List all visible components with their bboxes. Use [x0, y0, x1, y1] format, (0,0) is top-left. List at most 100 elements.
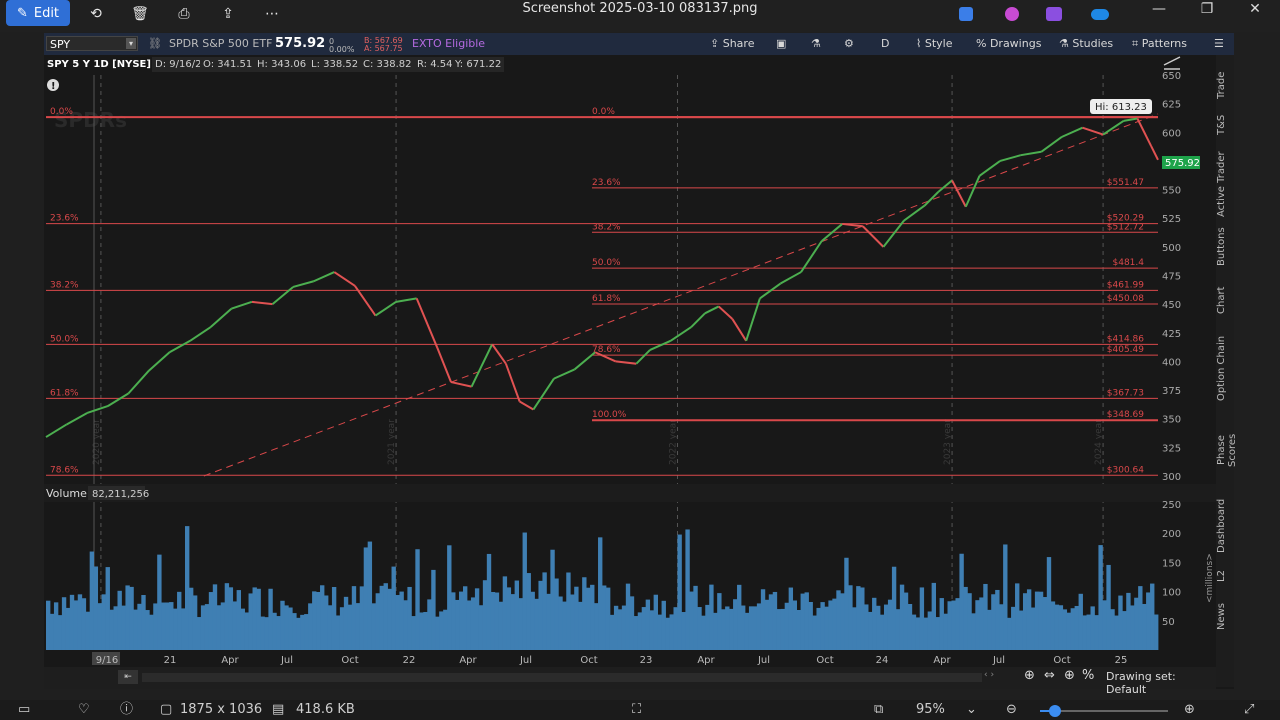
delete-icon[interactable]: 🗑 — [128, 0, 152, 28]
volume-bar — [1078, 593, 1083, 650]
volume-bar — [661, 600, 666, 650]
flask-icon[interactable]: ⚗ — [811, 36, 821, 52]
chart-scrollbar[interactable]: ⇤ ‹ › ⊕ ⇔ ⊕ % Drawing set: Default — [44, 667, 1216, 696]
info-icon[interactable]: ⓘ — [120, 702, 133, 718]
volume-bar — [514, 580, 519, 650]
volume-bar — [1086, 614, 1091, 650]
fit-icon[interactable]: ⛶ — [632, 702, 641, 718]
volume-bar — [887, 599, 893, 650]
volume-bar — [490, 592, 496, 650]
side-tab-dashboard[interactable]: Dashboard — [1216, 497, 1234, 555]
volume-bar — [772, 591, 778, 650]
chart-toolbar: SPY ▾ ⛓ SPDR S&P 500 ETF 575.92 0 0.00% … — [44, 33, 1234, 55]
volume-bar — [53, 602, 59, 650]
volume-bar — [320, 585, 325, 650]
drawings-button[interactable]: % Drawings — [976, 36, 1041, 52]
volume-bar — [594, 603, 599, 650]
volume-bar — [153, 603, 158, 650]
zoom-in-viewer-icon[interactable]: ⊕ — [1184, 702, 1195, 718]
zoom-slider-thumb[interactable] — [1049, 705, 1062, 717]
rotate-icon[interactable]: ⟲ — [84, 0, 108, 28]
file-size-icon: ▤ — [272, 702, 285, 717]
more-icon[interactable]: ⋯ — [260, 0, 284, 28]
minimize-icon[interactable]: — — [1136, 0, 1182, 18]
volume-bar — [335, 615, 341, 650]
side-tab-buttons[interactable]: Buttons — [1216, 227, 1234, 267]
side-tab-chart[interactable]: Chart — [1216, 283, 1234, 317]
style-button[interactable]: ⌇ Style — [916, 36, 953, 52]
volume-bar — [605, 587, 611, 650]
volume-bar — [1038, 591, 1044, 650]
clipchamp-icon[interactable] — [1046, 7, 1062, 21]
menu-icon[interactable]: ☰ — [1214, 36, 1224, 52]
volume-bar — [883, 604, 889, 650]
volume-bar — [367, 541, 373, 650]
scroll-home-icon[interactable]: ⇤ — [118, 670, 138, 684]
volume-bar — [165, 602, 170, 650]
volume-bar — [852, 607, 857, 650]
app-icon-1[interactable] — [959, 7, 973, 21]
copilot-icon[interactable] — [1005, 7, 1019, 21]
volume-bar — [276, 616, 281, 650]
side-tab-phase-scores[interactable]: Phase Scores — [1216, 417, 1238, 483]
zoom-level[interactable]: 95% — [916, 702, 945, 718]
x-tick-label: Oct — [816, 655, 833, 666]
drawings-label: Drawings — [989, 37, 1042, 50]
volume-bar — [101, 594, 106, 650]
fib-label-left: 38.2% — [50, 280, 79, 290]
volume-bar — [248, 593, 253, 650]
volume-bar — [494, 592, 500, 650]
side-tab-trade[interactable]: Trade — [1216, 65, 1234, 105]
volume-bar — [252, 587, 257, 650]
favorite-icon[interactable]: ♡ — [78, 702, 90, 718]
share-icon[interactable]: ⇪ — [216, 0, 240, 28]
print-icon[interactable]: ⎙ — [172, 0, 196, 28]
x-tick-label: Apr — [459, 655, 477, 666]
edit-button[interactable]: ✎ Edit — [6, 0, 70, 26]
share-button[interactable]: ⇪ Share — [710, 36, 754, 52]
side-tab-t-s[interactable]: T&S — [1216, 111, 1234, 139]
aggregation-button[interactable]: D — [881, 36, 889, 52]
camera-icon[interactable]: ▣ — [776, 36, 786, 52]
price-chart[interactable]: SPDRs 2020 year 2021 year 2022 year 2023 ye… — [44, 55, 1234, 667]
fib-label-right: 100.0% — [592, 410, 627, 420]
volume-bar — [860, 587, 865, 650]
volume-bar — [169, 602, 174, 650]
gear-icon[interactable]: ⚙ — [844, 36, 854, 52]
studies-button[interactable]: ⚗ Studies — [1059, 36, 1113, 52]
symbol-dropdown-icon[interactable]: ▾ — [126, 38, 136, 49]
filmstrip-icon[interactable]: ▭ — [18, 702, 30, 718]
volume-bar — [570, 594, 575, 650]
onedrive-icon[interactable] — [1091, 8, 1109, 20]
pan-icon[interactable]: ⇔ — [1044, 668, 1055, 683]
scroll-arrows-icon[interactable]: ‹ › — [984, 670, 994, 680]
link-icon[interactable]: ⛓ — [148, 36, 162, 52]
scroll-track[interactable] — [142, 673, 982, 682]
actual-size-icon[interactable]: ⧉ — [874, 702, 883, 718]
close-icon[interactable]: ✕ — [1232, 0, 1278, 18]
volume-bar — [1003, 544, 1008, 650]
volume-bar — [891, 566, 897, 650]
expand-icon[interactable]: ⤢ — [1244, 702, 1254, 718]
zoom-out-icon[interactable]: ⊖ — [1006, 702, 1017, 718]
maximize-icon[interactable]: ❐ — [1184, 0, 1230, 18]
side-tab-l2[interactable]: L2 — [1216, 565, 1234, 587]
crosshair-icon[interactable]: ⊕ — [1064, 668, 1075, 683]
volume-bar — [451, 592, 456, 650]
zoom-dropdown-icon[interactable]: ⌄ — [966, 702, 977, 718]
side-tab-active-trader[interactable]: Active Trader — [1216, 151, 1234, 217]
volume-bar — [443, 609, 448, 650]
side-tab-option-chain[interactable]: Option Chain — [1216, 333, 1234, 403]
drawing-set[interactable]: Drawing set: Default — [1106, 670, 1216, 696]
volume-bar — [371, 603, 377, 650]
percent-toggle-icon[interactable]: % — [1082, 668, 1094, 683]
volume-bar — [864, 604, 869, 650]
x-tick-label: Oct — [1053, 655, 1070, 666]
zoom-in-icon[interactable]: ⊕ — [1024, 668, 1035, 683]
volume-bar — [729, 608, 734, 650]
fib-label-right: 0.0% — [592, 107, 615, 117]
patterns-button[interactable]: ⌗ Patterns — [1132, 36, 1187, 52]
volume-header-bg — [44, 484, 1216, 502]
symbol-input[interactable]: SPY — [46, 36, 138, 51]
side-tab-news[interactable]: News — [1216, 599, 1234, 633]
